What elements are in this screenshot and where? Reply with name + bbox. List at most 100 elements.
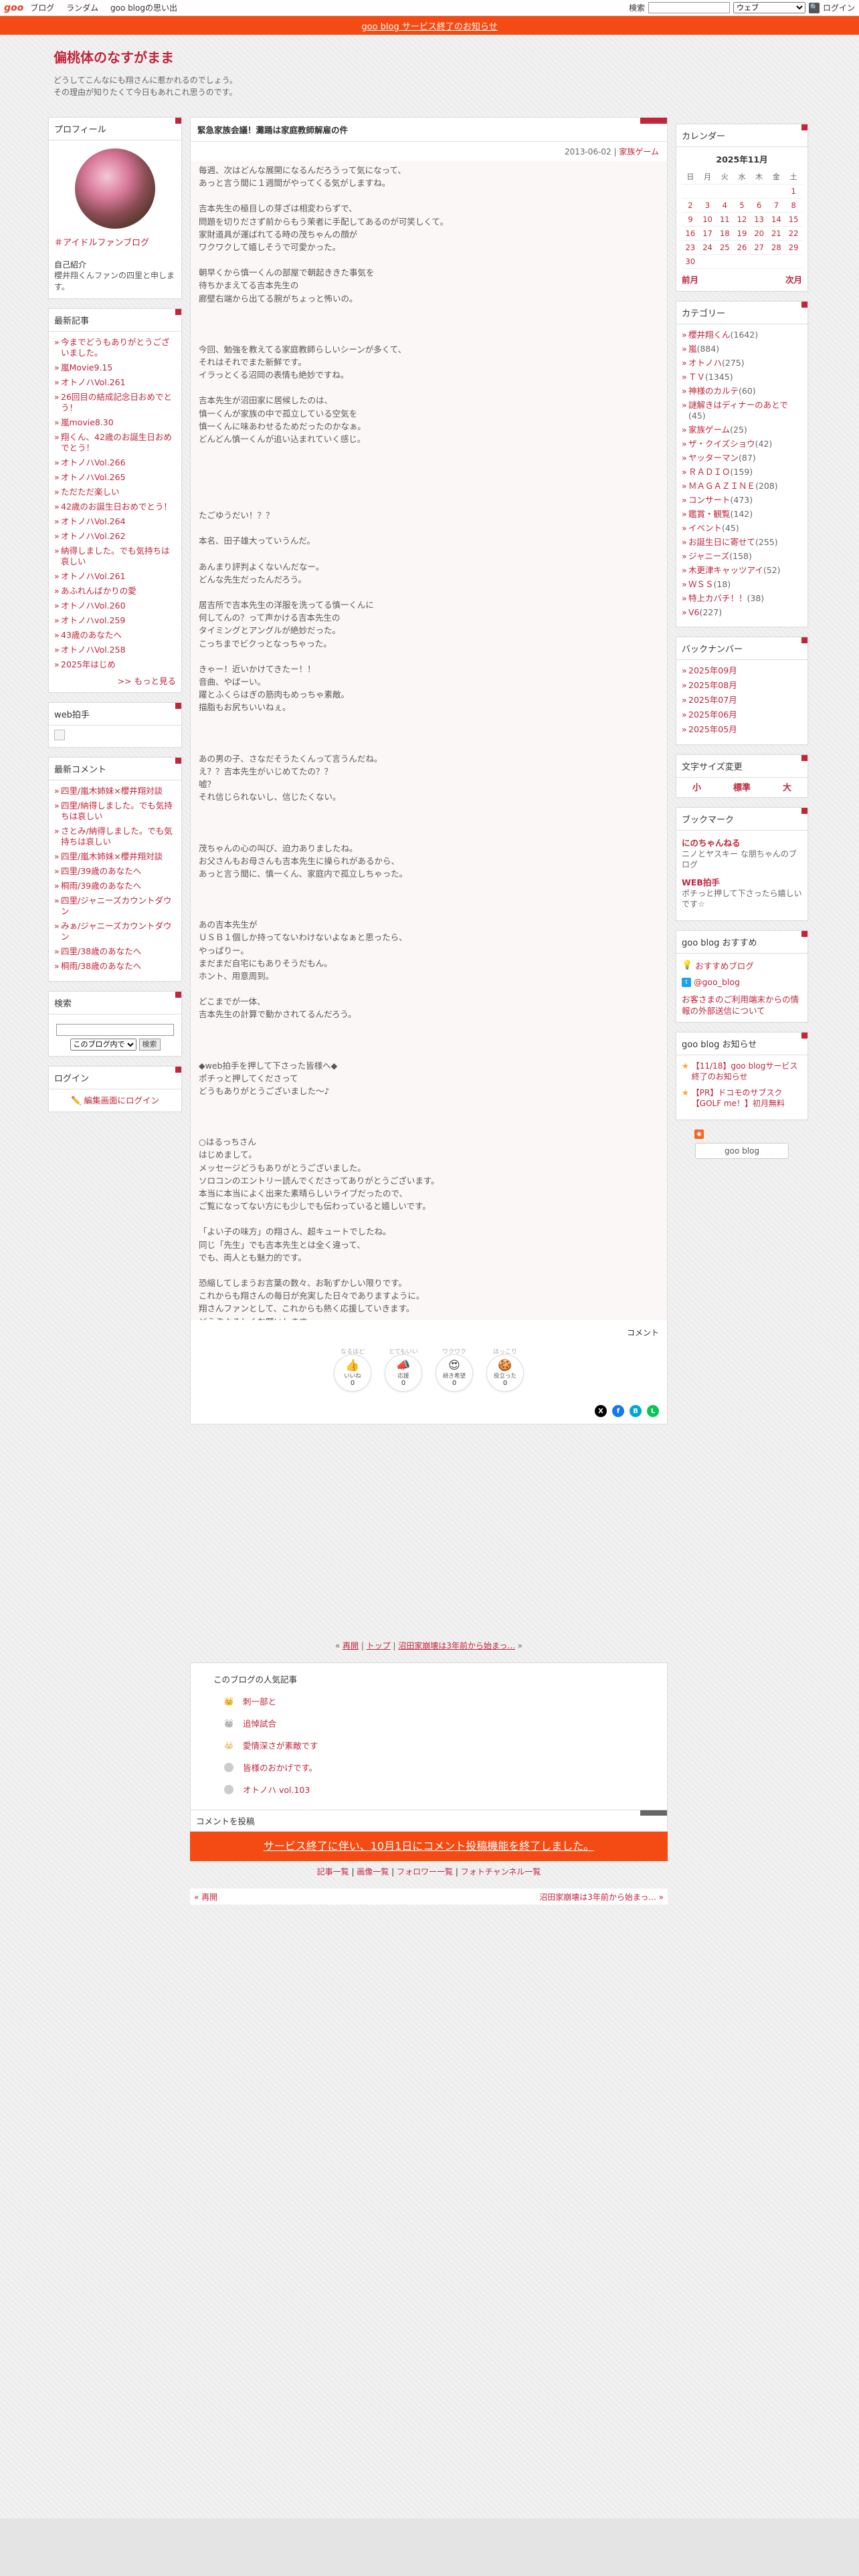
calendar-day[interactable]: 4 — [716, 198, 734, 213]
recent-article-item[interactable]: 26回目の結成記念日おめでとう！ — [54, 392, 176, 413]
pager-top-link[interactable]: トップ — [367, 1641, 391, 1650]
x-share-icon[interactable]: X — [595, 1405, 607, 1417]
popular-item[interactable]: オトノハ vol.103 — [221, 1783, 667, 1796]
web-clap-image[interactable] — [54, 730, 65, 740]
popular-item-link[interactable]: 刺一部と — [243, 1695, 276, 1707]
recent-article-item[interactable]: オトノハVol.261 — [54, 377, 176, 388]
recent-comment-item[interactable]: さとみ/納得しました。でも気持ちは哀しい — [54, 826, 176, 847]
calendar-day[interactable]: 3 — [698, 198, 717, 213]
category-link[interactable]: 謎解きはディナーのあとで — [688, 400, 788, 410]
category-item[interactable]: ジャニーズ(158) — [682, 551, 802, 562]
popular-item[interactable]: 👑 追悼試合 — [221, 1717, 667, 1729]
calendar-day[interactable]: 1 — [785, 184, 802, 199]
recent-article-item[interactable]: 翔くん、42歳のお誕生日おめでとう！ — [54, 432, 176, 453]
category-item[interactable]: 木更津キャッツアイ(52) — [682, 565, 802, 576]
popular-item-link[interactable]: 追悼試合 — [243, 1717, 276, 1729]
edit-login-link[interactable]: 編集画面にログイン — [84, 1095, 160, 1105]
blog-search-scope[interactable]: このブログ内で — [70, 1039, 136, 1051]
category-item[interactable]: 謎解きはディナーのあとで(45) — [682, 400, 802, 421]
calendar-next-link[interactable]: 次月 — [785, 273, 802, 286]
calendar-day[interactable]: 30 — [682, 254, 699, 269]
recent-article-item[interactable]: あふれんばかりの愛 — [54, 586, 176, 597]
calendar-day[interactable]: 22 — [785, 226, 802, 241]
category-item[interactable]: 鑑賞・観覧(142) — [682, 509, 802, 520]
calendar-day[interactable]: 5 — [733, 198, 751, 213]
service-end-notice-link[interactable]: goo blog サービス終了のお知らせ — [361, 19, 497, 32]
calendar-day[interactable]: 10 — [698, 212, 717, 227]
category-item[interactable]: 神様のカルテ(60) — [682, 386, 802, 397]
calendar-day[interactable]: 7 — [767, 198, 785, 213]
topbar-link-memories[interactable]: goo blogの思い出 — [110, 3, 177, 13]
recent-article-item[interactable]: オトノハVol.265 — [54, 472, 176, 483]
category-item[interactable]: ＭＡＧＡＺＩＮＥ(208) — [682, 481, 802, 492]
line-share-icon[interactable]: L — [647, 1405, 659, 1417]
category-link[interactable]: ＴＶ — [688, 372, 705, 382]
popular-item[interactable]: 👑 刺一部と — [221, 1695, 667, 1707]
goo-blog-twitter-link[interactable]: @goo_blog — [694, 977, 740, 987]
recent-comment-item[interactable]: 桐雨/38歳のあなたへ — [54, 961, 176, 972]
category-link[interactable]: ＲＡＤＩＯ — [688, 467, 731, 477]
calendar-day[interactable]: 2 — [682, 198, 699, 213]
news-link[interactable]: 【PR】ドコモのサブスク【GOLF me！】初月無料 — [692, 1087, 802, 1109]
category-item[interactable]: 特上カバチ！！(38) — [682, 593, 802, 604]
calendar-day[interactable]: 25 — [716, 240, 734, 255]
category-item[interactable]: ザ・クイズショウ(42) — [682, 439, 802, 449]
popular-item-link[interactable]: 愛情深さが素敵です — [243, 1739, 318, 1751]
bookmark-link[interactable]: にのちゃんねる — [682, 838, 741, 848]
category-link[interactable]: V6 — [688, 607, 700, 617]
popular-item[interactable]: 👑 愛情深さが素敵です — [221, 1739, 667, 1751]
comment-link[interactable]: コメント — [627, 1328, 659, 1337]
photo-channel-list-link[interactable]: フォトチャンネル一覧 — [461, 1867, 541, 1876]
category-item[interactable]: ＷＳＳ(18) — [682, 579, 802, 590]
backnumber-item[interactable]: 2025年08月 — [682, 680, 802, 691]
recent-article-item[interactable]: オトノハVol.258 — [54, 645, 176, 655]
recent-comment-item[interactable]: 四里/納得しました。でも気持ちは哀しい — [54, 800, 176, 822]
goo-blog-badge[interactable]: goo blog — [695, 1143, 789, 1159]
recent-comment-item[interactable]: 四里/嵐木姉妹×櫻井翔対談 — [54, 851, 176, 862]
comment-ended-notice[interactable]: サービス終了に伴い、10月1日にコメント投稿機能を終了しました。 — [190, 1832, 668, 1861]
category-link[interactable]: コンサート — [688, 495, 731, 505]
category-item[interactable]: ＴＶ(1345) — [682, 372, 802, 383]
bottom-next-link[interactable]: 沼田家崩壊は3年前から始まっ... » — [539, 1891, 664, 1903]
article-title[interactable]: 緊急家族会議！灘踊は家庭教師解雇の件 — [191, 118, 667, 142]
category-link[interactable]: ＷＳＳ — [688, 579, 714, 589]
category-item[interactable]: 家族ゲーム(25) — [682, 425, 802, 435]
calendar-day[interactable]: 20 — [750, 226, 768, 241]
category-item[interactable]: 櫻井翔くん(1642) — [682, 330, 802, 340]
popular-item-link[interactable]: 皆様のおかげです。 — [243, 1761, 317, 1774]
category-link[interactable]: 神様のカルテ — [688, 386, 739, 396]
recent-article-item[interactable]: 嵐movie8.30 — [54, 417, 176, 428]
facebook-share-icon[interactable]: f — [612, 1405, 624, 1417]
topbar-search-scope[interactable]: ウェブ — [733, 2, 805, 13]
calendar-day[interactable]: 16 — [682, 226, 699, 241]
profile-avatar[interactable] — [75, 148, 155, 229]
recent-article-item[interactable]: ただただ楽しい — [54, 487, 176, 498]
image-list-link[interactable]: 画像一覧 — [357, 1867, 389, 1876]
recommend-blog-link[interactable]: おすすめブログ — [695, 959, 754, 972]
calendar-day[interactable]: 17 — [698, 226, 717, 241]
category-item[interactable]: イベント(45) — [682, 523, 802, 534]
calendar-day[interactable]: 13 — [750, 212, 768, 227]
calendar-day[interactable]: 15 — [785, 212, 802, 227]
calendar-day[interactable]: 27 — [750, 240, 768, 255]
blog-search-button[interactable]: 検索 — [138, 1039, 161, 1051]
topbar-search-input[interactable] — [648, 2, 730, 13]
calendar-day[interactable]: 29 — [785, 240, 802, 255]
recent-article-item[interactable]: オトノハVol.260 — [54, 601, 176, 611]
goo-logo[interactable]: goo — [4, 3, 23, 13]
blog-title[interactable]: 偏桃体のなすがまま — [54, 47, 237, 66]
topbar-login-link[interactable]: ログイン — [823, 2, 855, 13]
category-link[interactable]: ヤッターマン — [688, 453, 739, 463]
recent-comment-item[interactable]: 四里/38歳のあなたへ — [54, 946, 176, 957]
calendar-day[interactable]: 23 — [682, 240, 699, 255]
recent-article-item[interactable]: 42歳のお誕生日おめでとう！ — [54, 502, 176, 512]
recent-comment-item[interactable]: 四里/嵐木姉妹×櫻井翔対談 — [54, 786, 176, 796]
recent-article-item[interactable]: オトノハVol.266 — [54, 457, 176, 468]
recent-article-item[interactable]: 納得しました。でも気持ちは哀しい — [54, 546, 176, 567]
recent-article-item[interactable]: 今までどうもありがとうございました。 — [54, 337, 176, 358]
calendar-day[interactable]: 12 — [733, 212, 751, 227]
bottom-prev-link[interactable]: « 再開 — [194, 1891, 217, 1903]
category-link[interactable]: 木更津キャッツアイ — [688, 565, 763, 575]
recent-article-item[interactable]: オトノハVol.264 — [54, 516, 176, 527]
backnumber-item[interactable]: 2025年06月 — [682, 710, 802, 720]
